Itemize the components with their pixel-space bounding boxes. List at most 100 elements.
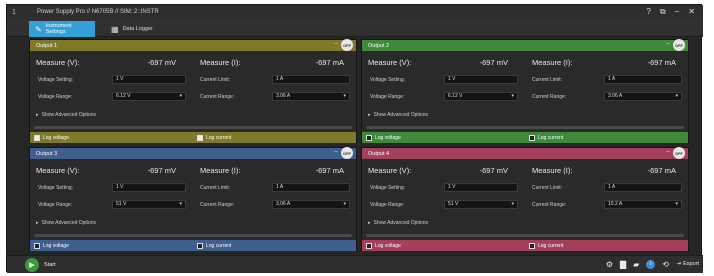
history-icon[interactable]: ⟲ xyxy=(662,260,669,269)
log-current-option[interactable]: Log current xyxy=(525,240,688,251)
current-range-value: 3.06 A xyxy=(276,201,291,207)
current-range-select[interactable]: 10.2 A ▾ xyxy=(604,200,682,209)
measure-voltage-value: -697 mV xyxy=(479,58,508,67)
log-voltage-label: Log voltage xyxy=(375,242,401,249)
log-current-checkbox[interactable] xyxy=(529,242,535,249)
measure-current-label: Measure (I): xyxy=(200,166,241,175)
log-voltage-option[interactable]: Log voltage xyxy=(30,240,193,251)
settings-icon[interactable]: ⚙ xyxy=(606,260,613,269)
chevron-right-icon: ▸ xyxy=(368,112,371,118)
log-current-label: Log current xyxy=(538,134,564,141)
show-advanced-toggle[interactable]: ▸ Show Advanced Options xyxy=(368,112,428,118)
panel-header: Output 4 xyxy=(362,148,688,159)
log-voltage-checkbox[interactable] xyxy=(366,242,372,249)
current-range-select[interactable]: 3.06 A ▾ xyxy=(272,92,350,101)
scroll-thumb[interactable] xyxy=(366,126,684,129)
output-panel-2: Output 2 − OFF Measure (V): -697 mV Meas… xyxy=(361,39,689,143)
measure-voltage-label: Measure (V): xyxy=(368,58,412,67)
log-voltage-label: Log voltage xyxy=(43,242,69,249)
voltage-range-select[interactable]: 6.12 V ▾ xyxy=(112,92,186,101)
current-range-label: Current Range: xyxy=(200,94,235,100)
show-advanced-toggle[interactable]: ▸ Show Advanced Options xyxy=(368,220,428,226)
scroll-thumb[interactable] xyxy=(366,234,684,237)
logger-icon: ▦ xyxy=(111,24,119,34)
current-limit-input[interactable]: 1 A xyxy=(604,75,682,84)
panel-header: Output 3 xyxy=(30,148,356,159)
measure-voltage-value: -697 mV xyxy=(147,166,176,175)
current-range-value: 3.06 A xyxy=(608,93,623,99)
output-toggle-button[interactable]: OFF xyxy=(341,147,353,159)
chevron-right-icon: ▸ xyxy=(36,220,39,226)
help-icon[interactable]: ? xyxy=(646,7,650,17)
log-voltage-option[interactable]: Log voltage xyxy=(362,132,525,143)
log-current-checkbox[interactable] xyxy=(197,242,203,249)
voltage-setting-label: Voltage Setting: xyxy=(370,185,406,191)
tab-instrument-settings[interactable]: ✎ Instrument Settings xyxy=(29,21,95,37)
scroll-thumb[interactable] xyxy=(34,126,352,129)
current-limit-input[interactable]: 1 A xyxy=(604,183,682,192)
close-icon[interactable]: ✕ xyxy=(688,7,695,17)
log-voltage-checkbox[interactable] xyxy=(366,134,372,141)
collapse-icon[interactable]: − xyxy=(666,41,670,49)
current-range-select[interactable]: 3.06 A ▾ xyxy=(272,200,350,209)
show-advanced-label: Show Advanced Options xyxy=(41,220,96,226)
collapse-icon[interactable]: − xyxy=(666,149,670,157)
output-panel-4: Output 4 − OFF Measure (V): -697 mV Meas… xyxy=(361,147,689,251)
log-current-checkbox[interactable] xyxy=(197,134,203,141)
voltage-range-select[interactable]: 51 V ▾ xyxy=(112,200,186,209)
output-toggle-button[interactable]: OFF xyxy=(673,147,685,159)
current-limit-input[interactable]: 1 A xyxy=(272,75,350,84)
start-label: Start xyxy=(44,262,56,268)
voltage-range-select[interactable]: 6.12 V ▾ xyxy=(444,92,518,101)
panel-title: Output 2 xyxy=(368,42,390,49)
output-toggle-button[interactable]: OFF xyxy=(673,39,685,51)
measure-current-value: -697 mA xyxy=(647,166,676,175)
measure-current-value: -697 mA xyxy=(315,166,344,175)
folder-icon[interactable]: ▰ xyxy=(633,260,639,269)
current-range-label: Current Range: xyxy=(532,202,567,208)
start-button[interactable]: ▶ Start xyxy=(25,258,56,272)
log-current-option[interactable]: Log current xyxy=(193,240,356,251)
horizontal-scrollbar[interactable] xyxy=(34,126,352,129)
measure-current-value: -697 mA xyxy=(315,58,344,67)
voltage-setting-input[interactable]: 1 V xyxy=(112,183,186,192)
show-advanced-toggle[interactable]: ▸ Show Advanced Options xyxy=(36,112,96,118)
current-limit-label: Current Limit: xyxy=(200,185,231,191)
minimize-icon[interactable]: − xyxy=(675,7,680,17)
measure-voltage-label: Measure (V): xyxy=(36,166,80,175)
tab-data-logger[interactable]: ▦ Data Logger xyxy=(105,21,165,37)
current-limit-input[interactable]: 1 A xyxy=(272,183,350,192)
voltage-range-select[interactable]: 51 V ▾ xyxy=(444,200,518,209)
save-icon[interactable]: ▇ xyxy=(620,260,626,269)
voltage-setting-input[interactable]: 1 V xyxy=(444,183,518,192)
log-voltage-checkbox[interactable] xyxy=(34,242,40,249)
log-voltage-checkbox[interactable] xyxy=(34,134,40,141)
collapse-icon[interactable]: − xyxy=(334,41,338,49)
restore-icon[interactable]: ⧉ xyxy=(660,7,666,17)
log-voltage-option[interactable]: Log voltage xyxy=(30,132,193,143)
show-advanced-label: Show Advanced Options xyxy=(373,220,428,226)
log-current-option[interactable]: Log current xyxy=(193,132,356,143)
scroll-thumb[interactable] xyxy=(34,234,352,237)
log-current-checkbox[interactable] xyxy=(529,134,535,141)
current-range-label: Current Range: xyxy=(532,94,567,100)
info-icon[interactable]: i xyxy=(646,260,656,269)
current-range-select[interactable]: 3.06 A ▾ xyxy=(604,92,682,101)
chevron-right-icon: ▸ xyxy=(368,220,371,226)
chevron-down-icon: ▾ xyxy=(511,201,514,207)
log-current-option[interactable]: Log current xyxy=(525,132,688,143)
export-button[interactable]: ⇥ Export xyxy=(676,261,699,267)
voltage-setting-input[interactable]: 1 V xyxy=(444,75,518,84)
horizontal-scrollbar[interactable] xyxy=(366,234,684,237)
collapse-icon[interactable]: − xyxy=(334,149,338,157)
show-advanced-toggle[interactable]: ▸ Show Advanced Options xyxy=(36,220,96,226)
output-toggle-button[interactable]: OFF xyxy=(341,39,353,51)
measure-current-value: -697 mA xyxy=(647,58,676,67)
voltage-setting-input[interactable]: 1 V xyxy=(112,75,186,84)
play-icon: ▶ xyxy=(25,258,39,272)
horizontal-scrollbar[interactable] xyxy=(34,234,352,237)
toolbar-icons: ⚙ ▇ ▰ i ⟲ xyxy=(606,260,669,269)
current-range-value: 10.2 A xyxy=(608,201,623,207)
log-voltage-option[interactable]: Log voltage xyxy=(362,240,525,251)
horizontal-scrollbar[interactable] xyxy=(366,126,684,129)
